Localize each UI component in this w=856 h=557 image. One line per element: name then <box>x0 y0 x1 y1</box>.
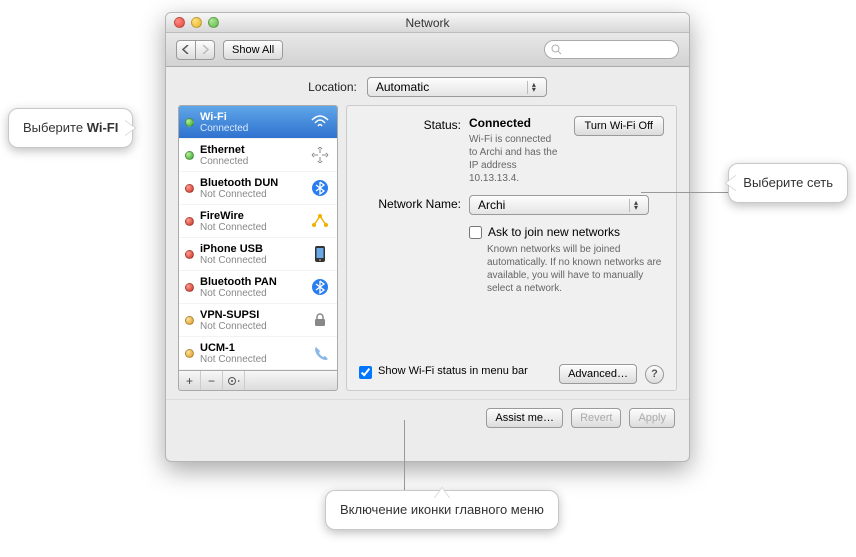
status-dot-icon <box>185 283 194 292</box>
updown-icon: ▴▾ <box>532 82 540 92</box>
back-button[interactable] <box>176 40 195 60</box>
sidebar-item-iphone-usb[interactable]: iPhone USB Not Connected <box>179 238 337 271</box>
sidebar-item-bluetooth-dun[interactable]: Bluetooth DUN Not Connected <box>179 172 337 205</box>
interface-list: Wi-Fi Connected Ethernet Connected <box>178 105 338 371</box>
location-row: Location: Automatic ▴▾ <box>166 67 689 105</box>
sidebar-item-bluetooth-pan[interactable]: Bluetooth PAN Not Connected <box>179 271 337 304</box>
lock-icon <box>309 309 331 331</box>
ask-description: Known networks will be joined automatica… <box>487 243 664 295</box>
remove-interface-button[interactable]: − <box>201 371 223 390</box>
search-icon <box>551 44 562 55</box>
status-label: Status: <box>359 116 469 185</box>
item-sub: Not Connected <box>200 288 303 299</box>
chevron-left-icon <box>182 45 190 54</box>
network-name-popup[interactable]: Archi ▴▾ <box>469 195 649 215</box>
show-status-checkbox-input[interactable] <box>359 366 372 379</box>
firewire-icon <box>309 210 331 232</box>
callout-text: Выберите <box>23 120 87 135</box>
sidebar-item-ucm1[interactable]: UCM-1 Not Connected <box>179 337 337 370</box>
network-name-value: Archi <box>478 198 505 212</box>
turn-wifi-off-button[interactable]: Turn Wi-Fi Off <box>574 116 664 136</box>
list-action-bar: + − <box>178 371 338 391</box>
item-name: FireWire <box>200 210 303 222</box>
item-name: iPhone USB <box>200 243 303 255</box>
item-name: VPN-SUPSI <box>200 309 303 321</box>
wifi-icon <box>309 111 331 133</box>
updown-icon: ▴▾ <box>634 200 642 210</box>
chevron-right-icon <box>201 45 209 54</box>
status-dot-icon <box>185 316 194 325</box>
window-title: Network <box>166 16 689 30</box>
connector-line <box>641 192 731 193</box>
sidebar-item-vpn-supsi[interactable]: VPN-SUPSI Not Connected <box>179 304 337 337</box>
callout-text: Включение иконки главного меню <box>340 502 544 517</box>
status-dot-icon <box>185 151 194 160</box>
status-dot-icon <box>185 349 194 358</box>
item-sub: Not Connected <box>200 189 303 200</box>
callout-select-network: Выберите сеть <box>728 163 848 203</box>
show-all-button[interactable]: Show All <box>223 40 283 60</box>
network-name-label: Network Name: <box>359 195 469 215</box>
item-sub: Connected <box>200 156 303 167</box>
apply-button[interactable]: Apply <box>629 408 675 428</box>
toolbar: Show All <box>166 33 689 67</box>
add-interface-button[interactable]: + <box>179 371 201 390</box>
forward-button[interactable] <box>195 40 215 60</box>
item-name: Bluetooth DUN <box>200 177 303 189</box>
item-sub: Not Connected <box>200 222 303 233</box>
status-value: Connected <box>469 116 562 130</box>
network-preferences-window: Network Show All Location: Automatic ▴▾ <box>165 12 690 462</box>
assist-me-button[interactable]: Assist me… <box>486 408 563 428</box>
show-status-label: Show Wi-Fi status in menu bar <box>378 365 528 377</box>
sidebar: Wi-Fi Connected Ethernet Connected <box>178 105 338 391</box>
show-status-checkbox[interactable]: Show Wi-Fi status in menu bar <box>359 365 528 379</box>
ask-label: Ask to join new networks <box>488 225 620 239</box>
phone-icon <box>309 342 331 364</box>
footer-buttons: Assist me… Revert Apply <box>166 399 689 438</box>
status-dot-icon <box>185 217 194 226</box>
titlebar: Network <box>166 13 689 33</box>
advanced-button[interactable]: Advanced… <box>559 364 637 384</box>
help-button[interactable]: ? <box>645 365 664 384</box>
connector-line <box>404 420 405 490</box>
callout-bold: Wi-FI <box>87 120 119 135</box>
item-name: UCM-1 <box>200 342 303 354</box>
status-description: Wi-Fi is connected to Archi and has the … <box>469 133 562 185</box>
item-name: Bluetooth PAN <box>200 276 303 288</box>
sidebar-item-ethernet[interactable]: Ethernet Connected <box>179 139 337 172</box>
revert-button[interactable]: Revert <box>571 408 621 428</box>
nav-back-forward <box>176 40 215 60</box>
location-label: Location: <box>308 80 357 94</box>
status-dot-icon <box>185 184 194 193</box>
location-popup[interactable]: Automatic ▴▾ <box>367 77 547 97</box>
detail-panel: Status: Connected Wi-Fi is connected to … <box>346 105 677 391</box>
status-dot-icon <box>185 118 194 127</box>
sidebar-item-wifi[interactable]: Wi-Fi Connected <box>179 106 337 139</box>
bluetooth-icon <box>309 276 331 298</box>
search-input[interactable] <box>544 40 679 59</box>
item-name: Wi-Fi <box>200 111 303 123</box>
item-sub: Not Connected <box>200 255 303 266</box>
item-sub: Connected <box>200 123 303 134</box>
action-menu-button[interactable] <box>223 371 245 390</box>
item-name: Ethernet <box>200 144 303 156</box>
callout-select-wifi: Выберите Wi-FI <box>8 108 133 148</box>
iphone-icon <box>309 243 331 265</box>
ethernet-icon <box>309 144 331 166</box>
ask-checkbox-input[interactable] <box>469 226 482 239</box>
gear-icon <box>227 376 241 386</box>
sidebar-item-firewire[interactable]: FireWire Not Connected <box>179 205 337 238</box>
item-sub: Not Connected <box>200 321 303 332</box>
location-value: Automatic <box>376 80 429 94</box>
item-sub: Not Connected <box>200 354 303 365</box>
callout-text: Выберите сеть <box>743 175 833 190</box>
ask-to-join-checkbox[interactable]: Ask to join new networks <box>469 225 664 239</box>
status-dot-icon <box>185 250 194 259</box>
callout-menu-icon: Включение иконки главного меню <box>325 490 559 530</box>
bluetooth-icon <box>309 177 331 199</box>
